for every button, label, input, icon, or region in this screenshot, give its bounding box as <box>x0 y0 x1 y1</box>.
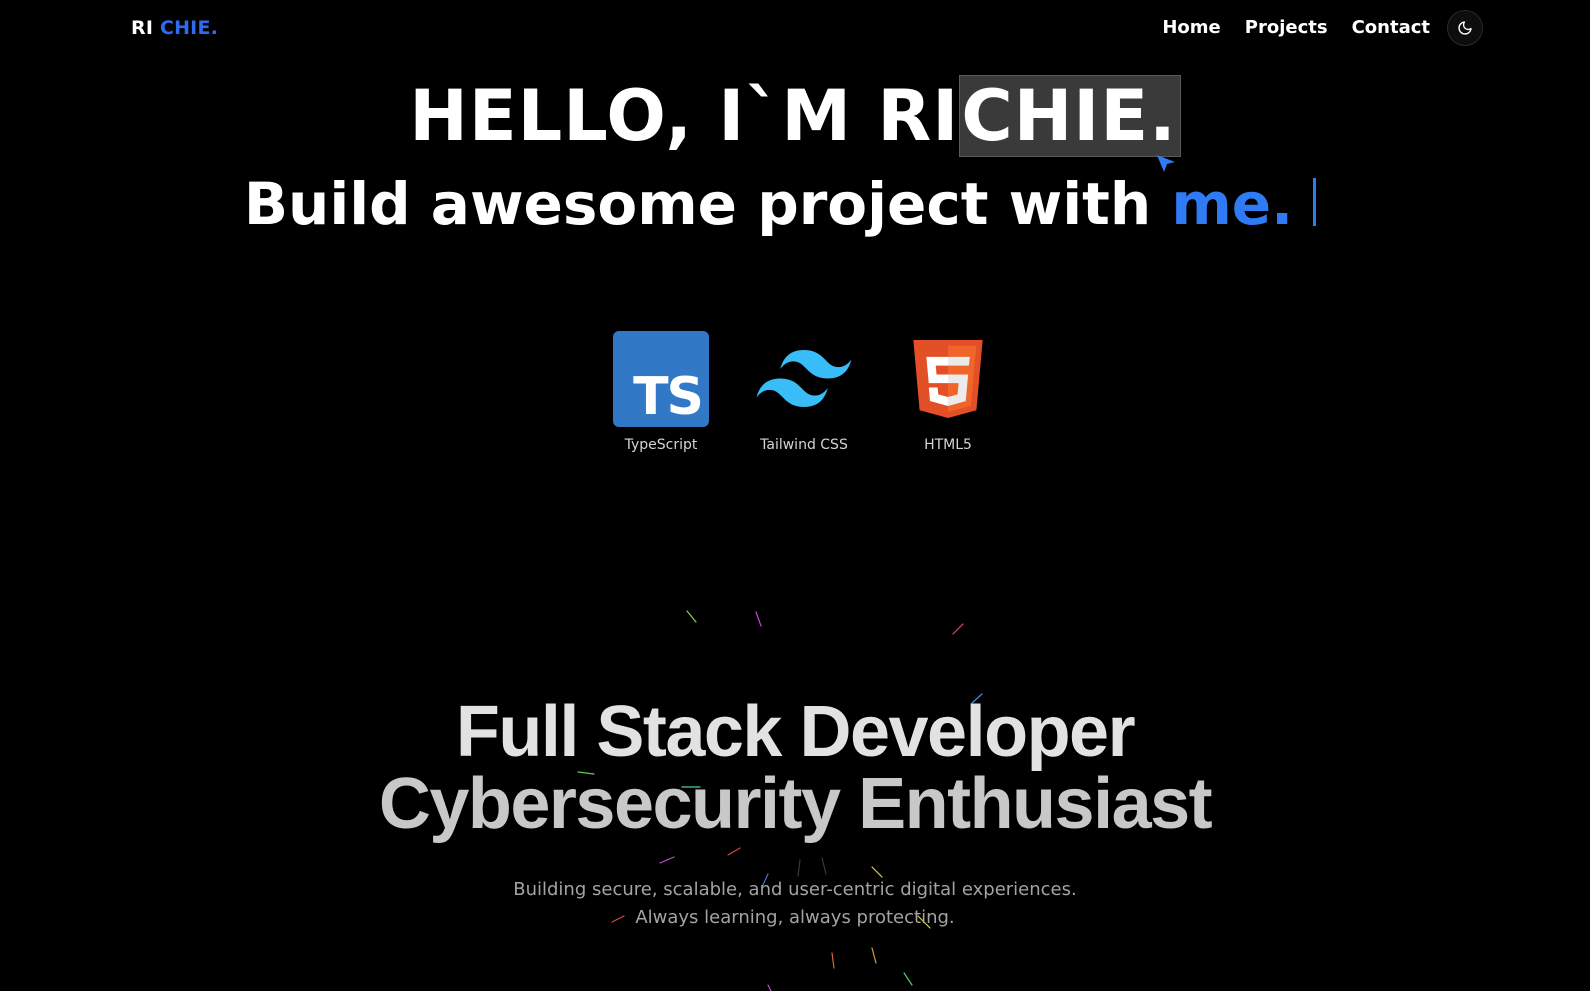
logo-part2: CHIE. <box>159 17 219 39</box>
logo-part1: RI <box>131 17 154 39</box>
tech-name: Tailwind CSS <box>760 437 848 453</box>
page: RI CHIE. Home Projects Contact HELLO, I`… <box>0 0 1590 991</box>
html5-icon <box>913 340 983 418</box>
hero-tagline-plain: Build awesome project with <box>243 170 1172 238</box>
nav-links: Home Projects Contact <box>1162 17 1430 38</box>
role-heading: Full Stack Developer Cybersecurity Enthu… <box>0 696 1590 840</box>
tech-item-typescript: TS TypeScript <box>601 331 721 453</box>
site-logo[interactable]: RI CHIE. <box>131 17 218 39</box>
hero-heading-selected: CHIE. <box>959 75 1181 157</box>
nav-link-contact[interactable]: Contact <box>1352 17 1430 38</box>
moon-icon <box>1458 21 1472 35</box>
hero-heading: HELLO, I`M RICHIE. <box>0 74 1590 158</box>
hero-tagline: Build awesome project with me. <box>0 166 1590 242</box>
role-subtitle: Building secure, scalable, and user-cent… <box>0 876 1590 932</box>
tech-item-html5: HTML5 <box>888 331 1008 453</box>
nav-link-projects[interactable]: Projects <box>1245 17 1328 38</box>
tech-name: TypeScript <box>624 437 698 453</box>
role-subtitle-line1: Building secure, scalable, and user-cent… <box>513 879 1077 900</box>
tech-name: HTML5 <box>924 437 972 453</box>
nav-link-home[interactable]: Home <box>1162 17 1220 38</box>
hero-heading-plain: HELLO, I`M RI <box>409 75 960 157</box>
role-subtitle-line2: Always learning, always protecting. <box>635 907 955 928</box>
hero-tagline-accent: me. <box>1171 170 1294 238</box>
typescript-icon: TS <box>613 331 709 427</box>
tailwind-icon <box>756 350 852 407</box>
typing-caret <box>1313 178 1317 226</box>
top-nav: RI CHIE. Home Projects Contact <box>0 0 1590 56</box>
role-heading-line1: Full Stack Developer <box>455 692 1136 772</box>
role-heading-line2: Cybersecurity Enthusiast <box>378 764 1213 844</box>
tech-item-tailwind: Tailwind CSS <box>744 331 864 453</box>
theme-toggle-button[interactable] <box>1447 10 1483 46</box>
